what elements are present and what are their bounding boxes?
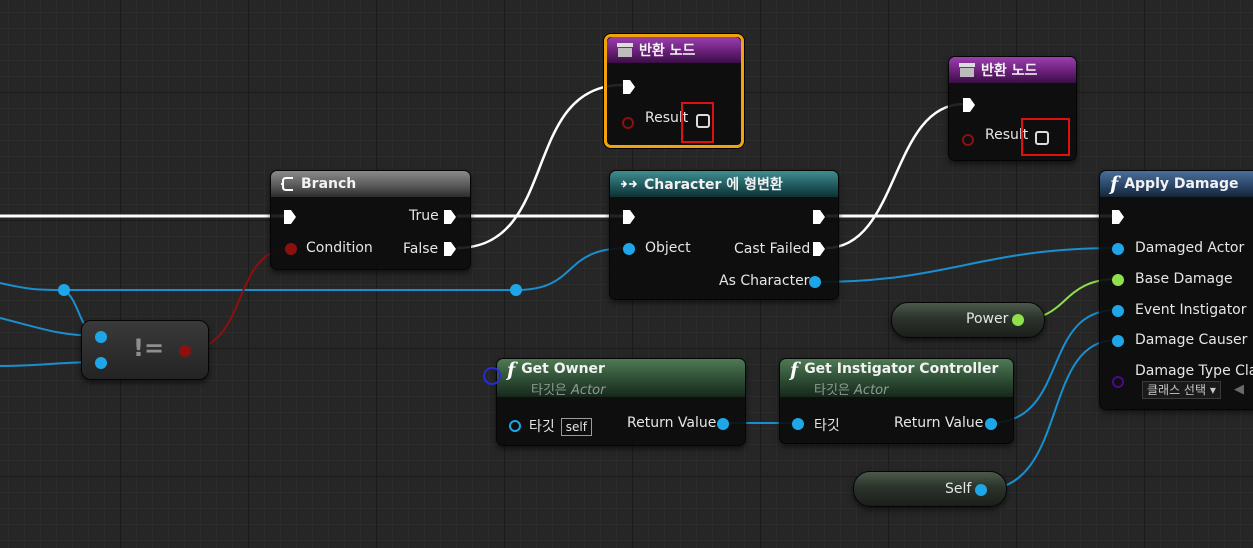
condition-pin[interactable] (285, 243, 297, 255)
as-character-pin[interactable] (809, 276, 821, 288)
condition-label: Condition (306, 240, 373, 256)
object-wire-as-character (815, 247, 1117, 283)
base-damage-pin[interactable] (1112, 274, 1124, 286)
get-instigator-header[interactable]: f Get Instigator Controller 타깃은 Actor (780, 359, 1013, 397)
return-node-icon (959, 63, 975, 77)
function-icon: f (790, 359, 799, 381)
back-arrow-icon[interactable]: ◀ (1234, 382, 1244, 397)
object-pin[interactable] (623, 243, 635, 255)
cast-header[interactable]: Character 에 형변환 (610, 171, 838, 197)
target-pin[interactable] (509, 420, 521, 432)
return-node-1[interactable]: 반환 노드 Result (604, 34, 744, 148)
as-character-label: As Character (719, 273, 810, 289)
highlight-box-2 (1021, 118, 1070, 156)
branch-title: Branch (301, 176, 357, 192)
apply-damage-header[interactable]: f Apply Damage (1100, 171, 1253, 197)
comment-anchor-pin[interactable] (483, 367, 501, 385)
target-label: 타깃 (814, 418, 840, 434)
damaged-actor-pin[interactable] (1112, 243, 1124, 255)
cast-title: Character 에 형변환 (644, 177, 783, 193)
damage-causer-pin[interactable] (1112, 335, 1124, 347)
apply-damage-title: Apply Damage (1124, 176, 1239, 192)
return-node-1-header[interactable]: 반환 노드 (607, 37, 741, 63)
function-icon: f (1110, 172, 1119, 195)
branch-header[interactable]: Branch (271, 171, 470, 197)
exec-in-pin[interactable] (622, 209, 636, 225)
reroute-knot-2 (510, 284, 522, 296)
compare-a-pin[interactable] (95, 331, 107, 343)
return-value-label: Return Value (627, 415, 717, 431)
power-variable-node[interactable]: Power (891, 302, 1045, 338)
apply-damage-node[interactable]: f Apply Damage Damaged Actor Base Damage… (1099, 170, 1253, 410)
get-owner-header[interactable]: f Get Owner 타깃은 Actor (497, 359, 745, 397)
get-instigator-controller-node[interactable]: f Get Instigator Controller 타깃은 Actor 타깃… (779, 358, 1014, 444)
true-label: True (409, 208, 439, 224)
branch-node[interactable]: Branch True Condition False (270, 170, 471, 270)
power-label: Power (966, 311, 1009, 327)
damage-type-class-pin[interactable] (1112, 376, 1124, 388)
self-pin[interactable] (975, 484, 987, 496)
return-value-pin[interactable] (717, 418, 729, 430)
get-instigator-subtitle: 타깃은 Actor (814, 383, 889, 397)
cast-icon (620, 179, 638, 189)
exec-cast-failed-pin[interactable] (812, 241, 826, 257)
object-label: Object (645, 240, 691, 256)
class-select-dropdown[interactable]: 클래스 선택 ▾ (1142, 381, 1221, 399)
chevron-down-icon: ▾ (1209, 383, 1216, 397)
get-owner-title: Get Owner (521, 361, 605, 377)
exec-in-pin[interactable] (283, 209, 297, 225)
compare-b-pin[interactable] (95, 357, 107, 369)
power-pin[interactable] (1012, 314, 1024, 326)
class-select-value: 클래스 선택 (1147, 383, 1207, 397)
return-node-2-header[interactable]: 반환 노드 (949, 57, 1076, 83)
result-pin[interactable] (622, 117, 634, 129)
reroute-knot-1 (58, 284, 70, 296)
result-pin[interactable] (962, 134, 974, 146)
exec-out-pin[interactable] (812, 209, 826, 225)
return-value-label: Return Value (894, 415, 984, 431)
event-instigator-label: Event Instigator (1135, 302, 1247, 318)
target-pin[interactable] (792, 418, 804, 430)
return-node-1-title: 반환 노드 (639, 43, 696, 59)
exec-in-pin[interactable] (1111, 209, 1125, 225)
damage-type-class-label: Damage Type Clas (1135, 363, 1253, 379)
not-equal-node[interactable]: != (81, 320, 209, 380)
cast-failed-label: Cast Failed (734, 241, 811, 257)
cast-to-character-node[interactable]: Character 에 형변환 Object Cast Failed As Ch… (609, 170, 839, 300)
get-owner-subtitle: 타깃은 Actor (531, 383, 606, 397)
get-instigator-title: Get Instigator Controller (804, 361, 999, 377)
not-equal-symbol: != (133, 334, 165, 362)
exec-true-pin[interactable] (443, 209, 457, 225)
exec-in-pin[interactable] (622, 79, 636, 95)
exec-in-pin[interactable] (962, 97, 976, 113)
target-label: 타깃 self (529, 416, 592, 436)
exec-false-pin[interactable] (443, 241, 457, 257)
self-node[interactable]: Self (853, 471, 1007, 507)
return-value-pin[interactable] (985, 418, 997, 430)
branch-icon (281, 176, 295, 192)
false-label: False (403, 241, 439, 257)
return-node-icon (617, 43, 633, 57)
base-damage-label: Base Damage (1135, 271, 1233, 287)
damage-causer-label: Damage Causer (1135, 332, 1248, 348)
return-node-2-title: 반환 노드 (981, 63, 1038, 79)
object-wire-main (0, 282, 516, 291)
boolean-out-pin[interactable] (179, 345, 191, 357)
self-label: Self (945, 481, 972, 497)
highlight-box-1 (681, 102, 714, 143)
exec-wire-cast-failed (825, 102, 965, 250)
event-instigator-pin[interactable] (1112, 305, 1124, 317)
self-default-box[interactable]: self (560, 418, 592, 436)
get-owner-node[interactable]: f Get Owner 타깃은 Actor 타깃 self Return Valu… (496, 358, 746, 446)
damaged-actor-label: Damaged Actor (1135, 240, 1245, 256)
function-icon: f (507, 359, 516, 381)
exec-wire-false (456, 83, 624, 250)
